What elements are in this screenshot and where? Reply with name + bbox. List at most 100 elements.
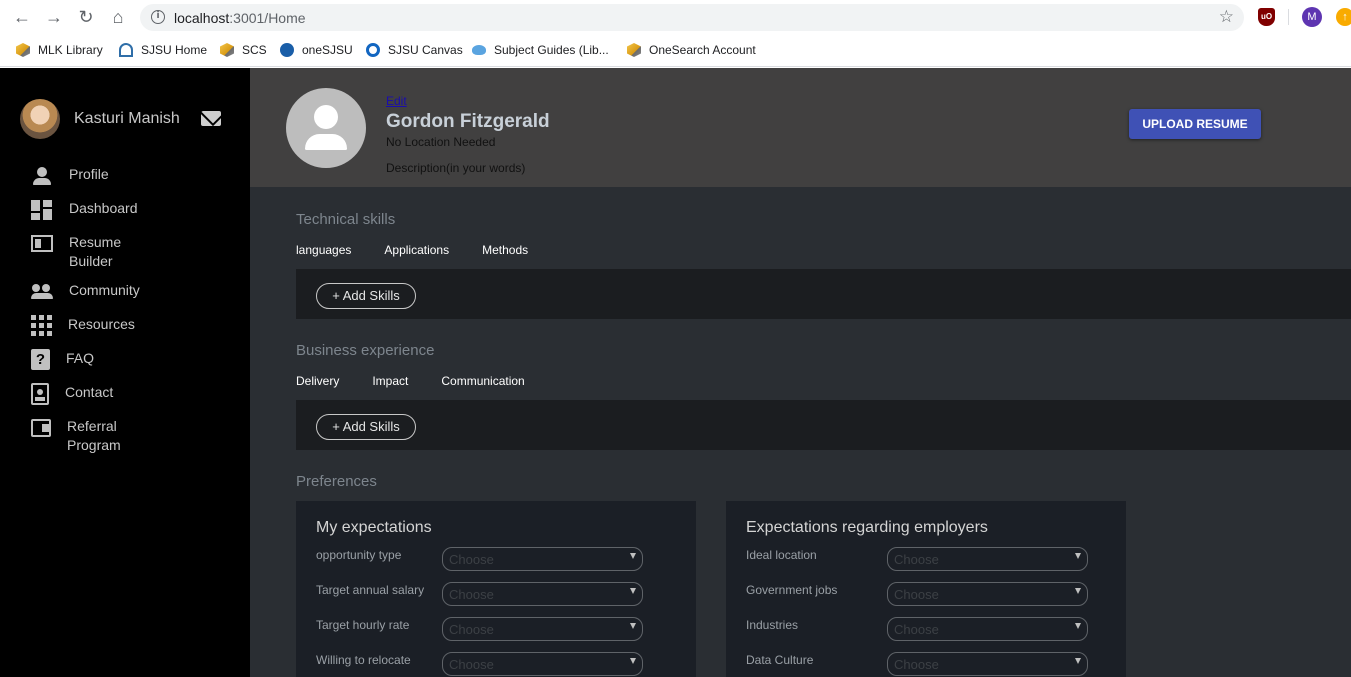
ideal-location-select[interactable]: Choose (887, 547, 1088, 571)
toolbar-divider (1288, 9, 1289, 25)
employer-expectations-card: Expectations regarding employers Ideal l… (726, 501, 1126, 677)
chevron-down-icon (1075, 658, 1081, 664)
preferences-title: Preferences (296, 473, 377, 490)
data-culture-select[interactable]: Choose (887, 652, 1088, 676)
ideal-location-row: Ideal location Choose (746, 547, 1106, 573)
cube-icon (220, 43, 234, 57)
tab-applications[interactable]: Applications (384, 243, 449, 257)
sidebar-item-dashboard[interactable]: Dashboard (31, 199, 241, 222)
sidebar-item-resume-builder[interactable]: Resume Builder (31, 233, 241, 271)
update-extension-icon[interactable]: ↑ (1336, 8, 1351, 26)
bookmark-sjsu-canvas[interactable]: SJSU Canvas (366, 41, 463, 59)
tab-delivery[interactable]: Delivery (296, 374, 339, 388)
contact-icon (31, 383, 49, 405)
tab-communication[interactable]: Communication (441, 374, 524, 388)
apps-icon (31, 315, 52, 336)
technical-skills-title: Technical skills (296, 211, 396, 228)
main-content: Edit Gordon Fitzgerald No Location Neede… (250, 68, 1351, 677)
profile-avatar-button[interactable]: M (1302, 7, 1322, 27)
target-hourly-rate-select[interactable]: Choose (442, 617, 643, 641)
people-icon (31, 281, 53, 303)
business-experience-panel: + Add Skills (296, 400, 1351, 450)
bookmark-subject-guides[interactable]: Subject Guides (Lib... (472, 41, 609, 59)
browser-toolbar: ← → ↻ ⌂ i localhost:3001/Home ☆ uO M ↑ (0, 0, 1351, 34)
reload-icon[interactable]: ↻ (74, 5, 98, 29)
chevron-down-icon (630, 658, 636, 664)
person-icon (31, 165, 53, 187)
profile-location: No Location Needed (386, 135, 496, 149)
sidebar-item-resources[interactable]: Resources (31, 315, 241, 336)
business-experience-tabs: Delivery Impact Communication (296, 374, 558, 388)
home-icon[interactable]: ⌂ (106, 5, 130, 29)
upload-resume-button[interactable]: UPLOAD RESUME (1129, 109, 1261, 139)
cloud-icon (472, 45, 486, 55)
profile-name: Gordon Fitzgerald (386, 111, 550, 132)
add-technical-skills-button[interactable]: + Add Skills (316, 283, 416, 309)
data-culture-row: Data Culture Choose (746, 652, 1106, 677)
tab-methods[interactable]: Methods (482, 243, 528, 257)
sidebar-item-referral-program[interactable]: Referral Program (31, 417, 241, 455)
ublock-extension-icon[interactable]: uO (1258, 8, 1275, 26)
opportunity-type-row: opportunity type Choose (316, 547, 676, 573)
app-viewport: Kasturi Manish Profile Dashboard Resume … (0, 68, 1351, 677)
user-name: Kasturi Manish (74, 110, 180, 127)
sidebar-item-faq[interactable]: ? FAQ (31, 349, 241, 370)
tab-languages[interactable]: languages (296, 243, 351, 257)
bookmark-sjsu-home[interactable]: SJSU Home (119, 41, 207, 59)
my-expectations-card: My expectations opportunity type Choose … (296, 501, 696, 677)
chevron-down-icon (1075, 588, 1081, 594)
tab-impact[interactable]: Impact (372, 374, 408, 388)
profile-header: Edit Gordon Fitzgerald No Location Neede… (250, 68, 1351, 187)
wallet-icon (31, 419, 51, 437)
sidebar-item-profile[interactable]: Profile (31, 165, 241, 187)
forward-arrow-icon[interactable]: → (42, 5, 66, 29)
chevron-down-icon (630, 623, 636, 629)
user-avatar[interactable] (20, 99, 60, 139)
opportunity-type-select[interactable]: Choose (442, 547, 643, 571)
chevron-down-icon (1075, 623, 1081, 629)
bookmark-onesearch-account[interactable]: OneSearch Account (627, 41, 756, 59)
chevron-down-icon (1075, 553, 1081, 559)
employer-expectations-title: Expectations regarding employers (746, 519, 988, 536)
dashboard-icon (31, 200, 53, 222)
site-info-icon[interactable]: i (151, 10, 165, 24)
bookmark-scs[interactable]: SCS (220, 41, 267, 59)
profile-description: Description(in your words) (386, 161, 526, 175)
sidebar-item-community[interactable]: Community (31, 281, 241, 303)
target-annual-salary-select[interactable]: Choose (442, 582, 643, 606)
sidebar: Kasturi Manish Profile Dashboard Resume … (0, 68, 250, 677)
bookmark-mlk-library[interactable]: MLK Library (16, 41, 103, 59)
address-bar[interactable]: i localhost:3001/Home ☆ (140, 4, 1244, 31)
target-hourly-rate-row: Target hourly rate Choose (316, 617, 676, 643)
chevron-down-icon (630, 588, 636, 594)
willing-to-relocate-row: Willing to relocate Choose (316, 652, 676, 677)
spartan-icon (119, 43, 133, 57)
my-expectations-title: My expectations (316, 519, 432, 536)
cube-icon (16, 43, 30, 57)
industries-select[interactable]: Choose (887, 617, 1088, 641)
bookmark-onesjsu[interactable]: oneSJSU (280, 41, 353, 59)
back-arrow-icon[interactable]: ← (10, 5, 34, 29)
edit-link[interactable]: Edit (386, 94, 407, 108)
government-jobs-select[interactable]: Choose (887, 582, 1088, 606)
technical-skills-panel: + Add Skills (296, 269, 1351, 319)
chevron-down-icon (630, 553, 636, 559)
government-jobs-row: Government jobs Choose (746, 582, 1106, 608)
address-url[interactable]: localhost:3001/Home (174, 10, 306, 26)
cube-icon (627, 43, 641, 57)
canvas-icon (366, 43, 380, 57)
technical-skills-tabs: languages Applications Methods (296, 243, 561, 257)
question-icon: ? (31, 349, 50, 370)
add-business-skills-button[interactable]: + Add Skills (316, 414, 416, 440)
profile-avatar[interactable] (286, 88, 366, 168)
user-header: Kasturi Manish (20, 99, 230, 139)
resume-icon (31, 235, 53, 252)
onesjsu-icon (280, 43, 294, 57)
target-annual-salary-row: Target annual salary Choose (316, 582, 676, 608)
business-experience-title: Business experience (296, 342, 435, 359)
bookmark-star-icon[interactable]: ☆ (1219, 7, 1234, 27)
willing-to-relocate-select[interactable]: Choose (442, 652, 643, 676)
sidebar-item-contact[interactable]: Contact (31, 383, 241, 405)
mail-icon[interactable] (201, 111, 221, 126)
industries-row: Industries Choose (746, 617, 1106, 643)
